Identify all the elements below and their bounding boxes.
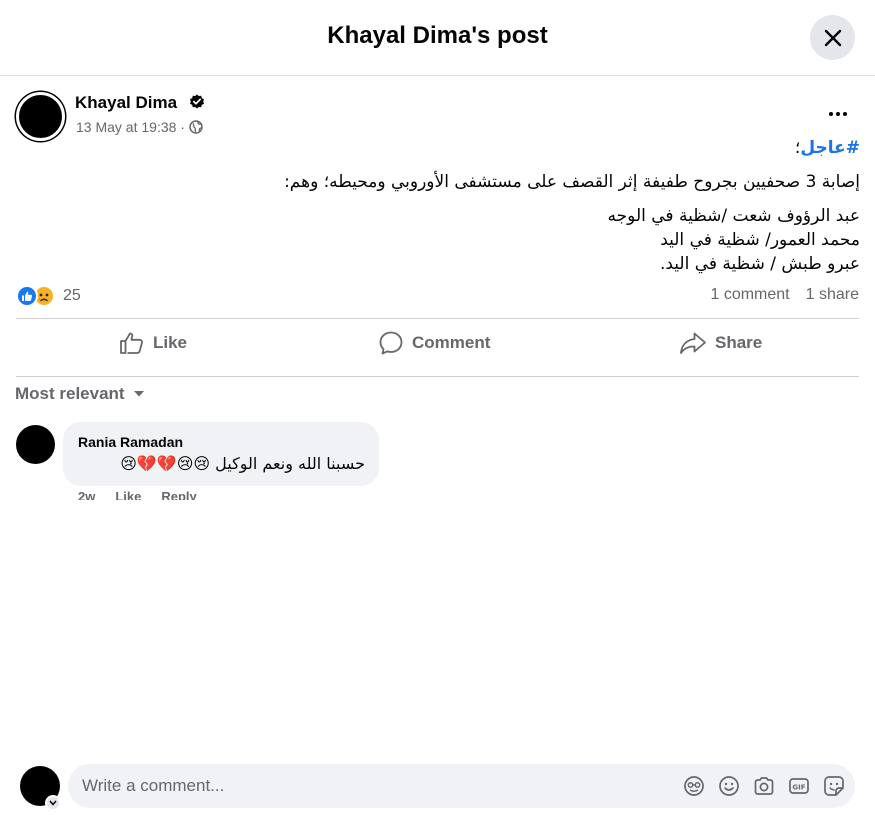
close-icon	[824, 29, 841, 46]
avatar-chevron-badge[interactable]	[45, 795, 61, 811]
comment-like-link[interactable]: Like	[115, 489, 141, 500]
chevron-down-icon	[49, 800, 57, 806]
camera-icon	[754, 777, 774, 795]
post-text-line-2: عبد الرؤوف شعت /شظية في الوجه	[607, 206, 860, 226]
commenter-avatar[interactable]	[16, 425, 55, 464]
like-icon	[120, 332, 143, 354]
gif-button[interactable]: GIF	[788, 775, 810, 797]
post-text-line-1: إصابة 3 صحفيين بجروح طفيفة إثر القصف على…	[284, 172, 860, 192]
reactions-summary[interactable]: 25	[16, 285, 81, 307]
sticker-button[interactable]	[823, 775, 845, 797]
author-name[interactable]: Khayal Dima	[75, 93, 177, 113]
avatar-icon	[684, 776, 704, 796]
divider	[16, 376, 859, 377]
post-text-line-4: عبرو طبش / شظية في اليد.	[659, 254, 860, 274]
post-meta: 13 May at 19:38 ·	[76, 119, 203, 135]
comment-time[interactable]: 2w	[78, 489, 95, 500]
chevron-down-icon	[133, 391, 144, 397]
emoji-icon	[719, 776, 739, 796]
share-count[interactable]: 1 share	[806, 286, 859, 304]
author-avatar[interactable]	[16, 92, 65, 141]
comment-icon	[379, 331, 403, 355]
svg-text:GIF: GIF	[792, 784, 805, 792]
close-button[interactable]	[810, 15, 855, 60]
more-icon	[829, 112, 833, 116]
comment-count[interactable]: 1 comment	[710, 286, 789, 304]
dialog-header: Khayal Dima's post	[0, 0, 875, 76]
comment-button[interactable]: Comment	[378, 324, 490, 362]
avatar-sticker-button[interactable]	[683, 775, 705, 797]
post-hashtag-line: #عاجل؛	[794, 138, 860, 158]
hashtag-link[interactable]: #عاجل	[800, 138, 860, 158]
comment-reply-link[interactable]: Reply	[161, 489, 196, 500]
comment-sort-dropdown[interactable]: Most relevant	[15, 384, 145, 404]
verified-icon	[190, 94, 204, 109]
like-reaction-icon	[16, 285, 38, 307]
comment-bubble: Rania Ramadan حسبنا الله ونعم الوكيل 😢😢💔…	[63, 422, 379, 486]
comment-actions: 2w Like Reply	[78, 489, 197, 500]
share-button[interactable]: Share	[679, 324, 762, 362]
like-button[interactable]: Like	[119, 324, 187, 362]
dialog-title: Khayal Dima's post	[327, 22, 548, 49]
share-icon	[680, 332, 706, 354]
emoji-button[interactable]	[718, 775, 740, 797]
reaction-count: 25	[63, 287, 81, 304]
divider	[16, 318, 859, 319]
comment-composer: GIF	[68, 764, 855, 808]
post-text-line-3: محمد العمور/ شظية في اليد	[660, 230, 860, 250]
comment-text: حسبنا الله ونعم الوكيل 😢😢💔💔😢	[120, 454, 365, 473]
photo-button[interactable]	[753, 775, 775, 797]
comment-input[interactable]	[82, 764, 662, 808]
more-options-button[interactable]	[822, 102, 854, 126]
globe-icon	[189, 120, 203, 134]
gif-icon: GIF	[789, 778, 809, 794]
engagement-counts: 1 comment 1 share	[710, 286, 859, 304]
sticker-icon	[824, 776, 844, 796]
comment-author[interactable]: Rania Ramadan	[78, 434, 183, 450]
composer-icons: GIF	[683, 775, 845, 797]
post-timestamp[interactable]: 13 May at 19:38 ·	[76, 119, 185, 135]
